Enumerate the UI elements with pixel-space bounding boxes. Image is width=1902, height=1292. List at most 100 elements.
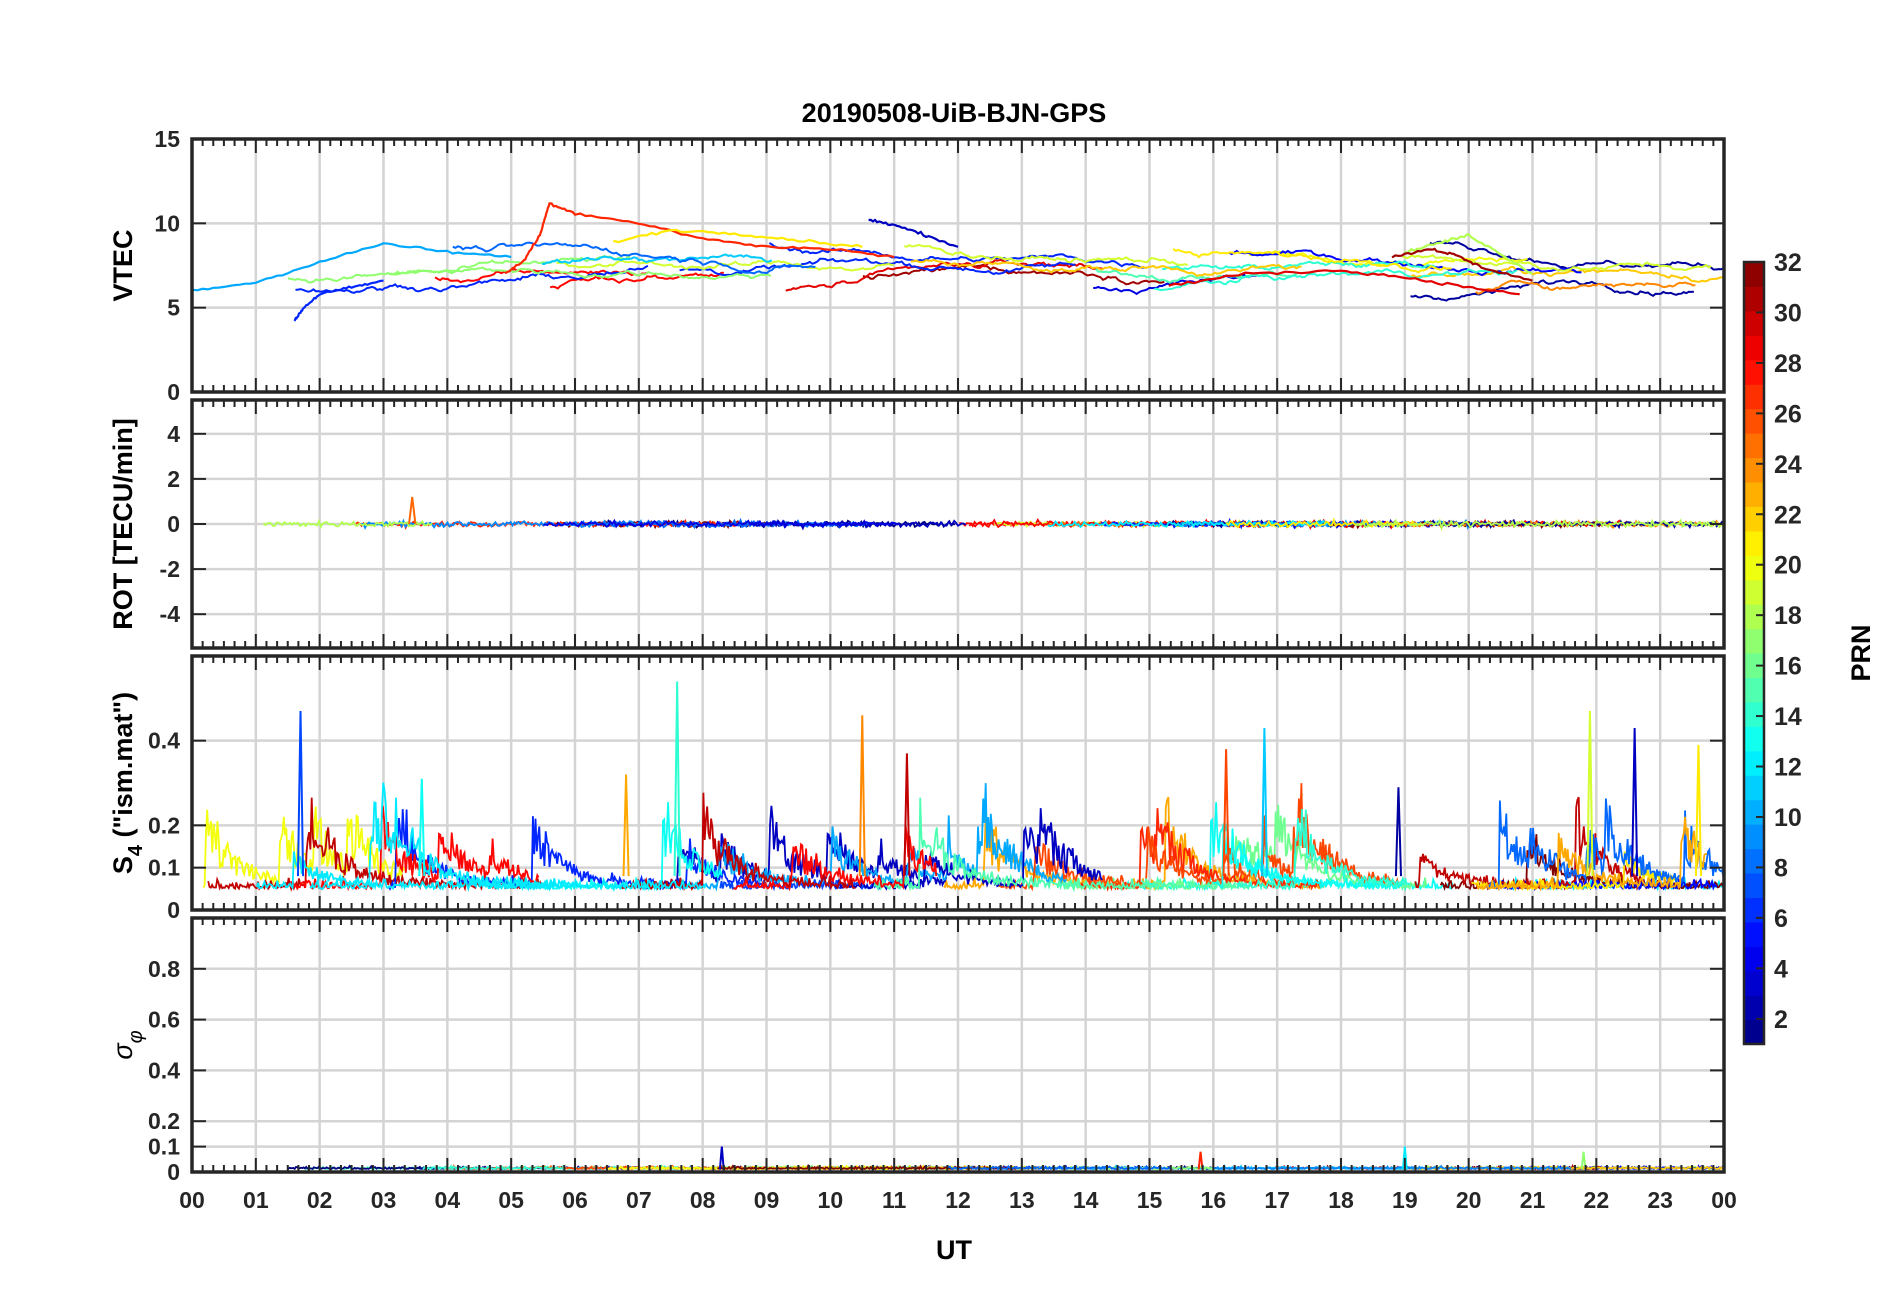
panel-vtec: 0 5 10 15 VTEC xyxy=(108,126,1726,405)
panel-sigma_phi: 00.10.2 0.4 0.6 0.8 σφ xyxy=(108,916,1726,1185)
colorbar-tick-label: 18 xyxy=(1774,602,1802,630)
colorbar-swatch xyxy=(1744,530,1764,556)
s4-spike xyxy=(858,715,866,877)
x-tick-label: 20 xyxy=(1456,1187,1482,1213)
s4-spike xyxy=(903,753,911,877)
x-tick-label: 23 xyxy=(1647,1187,1673,1213)
colorbar: 2468101214161820222426283032PRN xyxy=(1742,249,1876,1046)
colorbar-tick-label: 30 xyxy=(1774,299,1802,327)
colorbar-tick-label: 6 xyxy=(1774,905,1788,933)
panel-rot: -4 -2 0 2 4 ROT [TECU/min] xyxy=(108,398,1726,650)
chart-title: 20190508-UiB-BJN-GPS xyxy=(802,98,1107,128)
colorbar-swatch xyxy=(1744,1019,1764,1045)
colorbar-tick-label: 20 xyxy=(1774,552,1802,580)
series-line xyxy=(1429,240,1724,271)
colorbar-swatch xyxy=(1744,335,1764,361)
y-tick-label: -2 xyxy=(160,556,180,582)
x-tick-label: 00 xyxy=(1711,1187,1737,1213)
colorbar-tick-label: 14 xyxy=(1774,703,1802,731)
x-tick-label: 09 xyxy=(754,1187,780,1213)
y-axis-label: σφ xyxy=(108,1030,147,1059)
x-tick-label: 17 xyxy=(1264,1187,1290,1213)
x-tick-label: 07 xyxy=(626,1187,652,1213)
y-tick-label: 0 xyxy=(167,897,180,923)
colorbar-tick-label: 4 xyxy=(1774,955,1788,983)
y-tick-label: 4 xyxy=(167,421,180,447)
colorbar-tick-label: 24 xyxy=(1774,451,1802,479)
y-axis-label: VTEC xyxy=(108,229,138,301)
colorbar-swatch xyxy=(1744,677,1764,703)
y-axis-label-rest: ("ism.mat") xyxy=(108,692,138,845)
colorbar-swatch xyxy=(1744,555,1764,581)
colorbar-swatch xyxy=(1744,628,1764,654)
x-axis: 00 01 02 03 04 05 06 07 08 09 10 11 12 13 14 15 16 17 18 19… xyxy=(179,1187,1737,1213)
series-group xyxy=(202,681,1724,893)
colorbar-tick-label: 16 xyxy=(1774,653,1802,681)
y-tick-label: -4 xyxy=(160,601,181,627)
s4-spike xyxy=(1631,727,1639,877)
colorbar-tick-label: 32 xyxy=(1774,249,1802,277)
colorbar-tick-label: 22 xyxy=(1774,501,1802,529)
x-tick-label: 02 xyxy=(307,1187,333,1213)
y-tick-label: 0.2 xyxy=(148,1108,180,1134)
series-line xyxy=(678,783,1067,892)
colorbar-swatch xyxy=(1744,799,1764,825)
figure: 20190508-UiB-BJN-GPS 051015VTEC-4-2024RO… xyxy=(108,98,1876,1265)
x-tick-label: 19 xyxy=(1392,1187,1418,1213)
series-line xyxy=(1162,260,1436,271)
y-tick-label: 15 xyxy=(154,126,180,152)
colorbar-tick-label: 2 xyxy=(1774,1006,1788,1034)
colorbar-swatch xyxy=(1744,775,1764,801)
colorbar-swatch xyxy=(1744,970,1764,996)
colorbar-swatch xyxy=(1744,726,1764,752)
x-axis-label: UT xyxy=(936,1235,972,1265)
y-tick-label: 5 xyxy=(167,295,180,321)
y-tick-label: 0.8 xyxy=(148,956,180,982)
series-prn-21 xyxy=(613,228,863,248)
colorbar-tick-label: 8 xyxy=(1774,854,1788,882)
colorbar-swatch xyxy=(1744,995,1764,1021)
colorbar-label: PRN xyxy=(1846,624,1876,681)
x-tick-label: 21 xyxy=(1520,1187,1546,1213)
colorbar-swatch xyxy=(1744,579,1764,605)
x-tick-label: 14 xyxy=(1073,1187,1099,1213)
rot-peak xyxy=(408,496,417,525)
y-tick-label: 0.6 xyxy=(148,1007,180,1033)
colorbar-tick-label: 10 xyxy=(1774,804,1802,832)
y-axis-label: S4 ("ism.mat") xyxy=(108,692,147,874)
s4-spike xyxy=(296,711,305,877)
y-tick-label: 0.1 xyxy=(148,855,180,881)
y-tick-label: 0 xyxy=(167,379,180,405)
colorbar-swatch xyxy=(1744,457,1764,483)
colorbar-swatch xyxy=(1744,604,1764,630)
colorbar-swatch xyxy=(1744,384,1764,410)
y-tick-label: 2 xyxy=(167,466,180,492)
colorbar-swatch xyxy=(1744,506,1764,532)
colorbar-swatch xyxy=(1744,848,1764,874)
x-tick-label: 18 xyxy=(1328,1187,1354,1213)
x-tick-label: 13 xyxy=(1009,1187,1035,1213)
colorbar-swatch xyxy=(1744,481,1764,507)
x-tick-label: 10 xyxy=(818,1187,844,1213)
x-tick-label: 12 xyxy=(945,1187,971,1213)
x-tick-label: 11 xyxy=(882,1187,907,1213)
y-tick-label: 0 xyxy=(167,511,180,537)
s4-spike xyxy=(1394,787,1403,877)
colorbar-swatch xyxy=(1744,824,1764,850)
y-tick-label: 10 xyxy=(154,210,180,236)
y-axis-label: ROT [TECU/min] xyxy=(108,418,138,629)
x-tick-label: 03 xyxy=(371,1187,397,1213)
y-axis-label-main: σ xyxy=(108,1042,138,1060)
x-tick-label: 16 xyxy=(1201,1187,1227,1213)
colorbar-swatch xyxy=(1744,921,1764,947)
x-tick-label: 05 xyxy=(498,1187,524,1213)
y-tick-label: 0.4 xyxy=(148,728,180,754)
x-tick-label: 08 xyxy=(690,1187,716,1213)
colorbar-swatch xyxy=(1744,433,1764,459)
series-group xyxy=(262,496,1724,532)
y-tick-label: 0.2 xyxy=(148,812,180,838)
colorbar-swatch xyxy=(1744,286,1764,312)
x-tick-label: 15 xyxy=(1137,1187,1163,1213)
colorbar-swatch xyxy=(1744,872,1764,898)
x-tick-label: 00 xyxy=(179,1187,205,1213)
